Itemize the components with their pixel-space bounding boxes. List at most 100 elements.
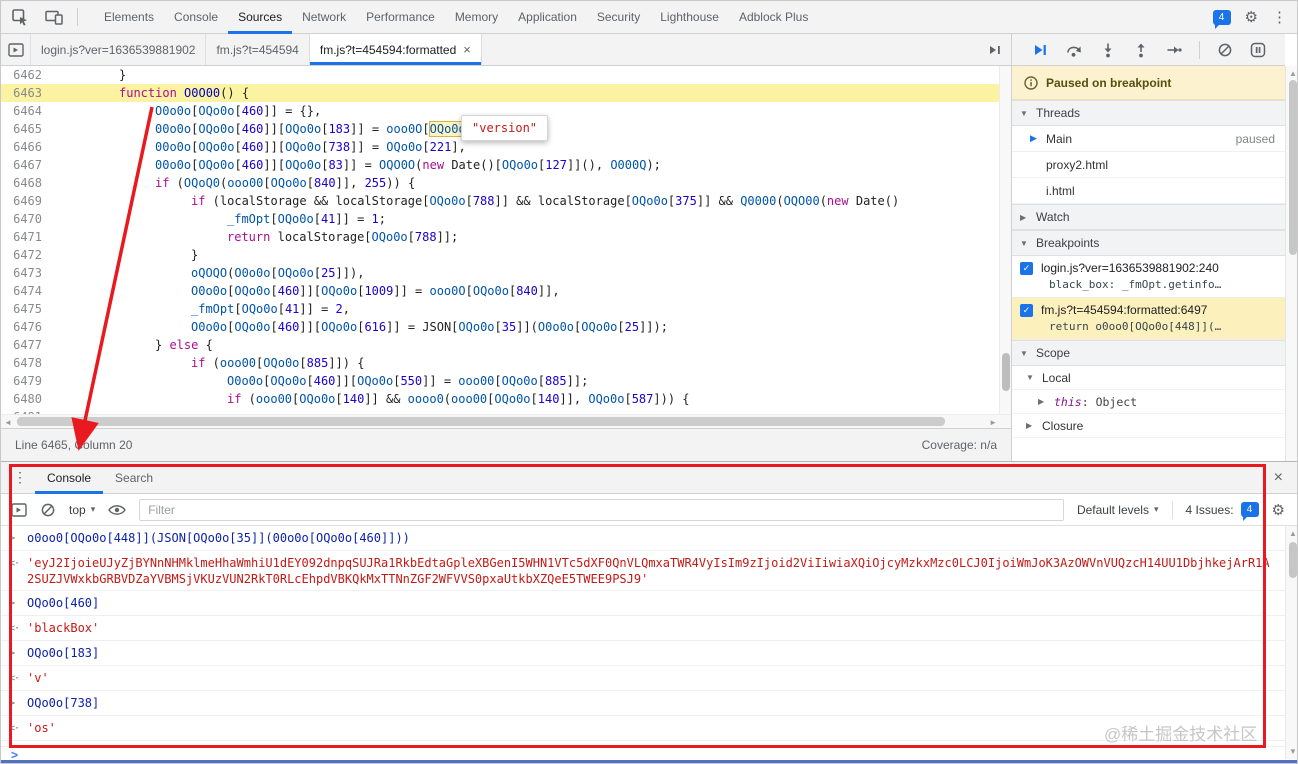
tab-memory[interactable]: Memory <box>445 1 508 34</box>
step-button[interactable] <box>1166 42 1182 58</box>
chevron-down-icon: ▼ <box>1020 108 1028 118</box>
pause-on-exceptions-button[interactable] <box>1250 42 1266 58</box>
watch-section-header[interactable]: ▶ Watch <box>1012 204 1285 230</box>
scrollbar-thumb[interactable] <box>17 417 945 426</box>
scope-local-header[interactable]: ▼ Local <box>1012 366 1285 390</box>
live-expression-eye-icon[interactable] <box>108 504 127 516</box>
deactivate-breakpoints-button[interactable] <box>1217 42 1233 58</box>
line-number[interactable]: 6475 <box>1 300 51 318</box>
line-number[interactable]: 6480 <box>1 390 51 408</box>
more-tabs-icon[interactable] <box>987 34 1003 66</box>
breakpoint-checkbox[interactable]: ✓ <box>1020 303 1033 317</box>
tab-performance[interactable]: Performance <box>356 1 445 34</box>
scrollbar-thumb[interactable] <box>1289 542 1297 578</box>
close-file-tab-icon[interactable]: × <box>463 42 471 57</box>
device-toolbar-icon[interactable] <box>43 6 65 28</box>
line-number[interactable]: 6476 <box>1 318 51 336</box>
console-settings-gear-icon[interactable]: ⚙ <box>1272 501 1285 519</box>
line-number[interactable]: 6470 <box>1 210 51 228</box>
chevron-right-icon: ▶ <box>1020 212 1027 222</box>
console-sidebar-toggle-icon[interactable] <box>11 502 27 517</box>
line-number[interactable]: 6478 <box>1 354 51 372</box>
console-result[interactable]: <· 'v' <box>1 666 1297 691</box>
drawer-menu-icon[interactable]: ⋮ <box>1 469 35 486</box>
scroll-down-icon[interactable]: ▼ <box>1289 747 1297 756</box>
context-selector[interactable]: top ▾ <box>69 503 95 517</box>
tab-adblock-plus[interactable]: Adblock Plus <box>729 1 818 34</box>
clear-console-icon[interactable] <box>40 502 56 518</box>
console-command[interactable]: > o0oo0[OQo0o[448]](JSON[OQo0o[35]](00o0o… <box>1 526 1297 551</box>
tab-elements[interactable]: Elements <box>94 1 164 34</box>
line-number[interactable]: 6473 <box>1 264 51 282</box>
line-number[interactable]: 6477 <box>1 336 51 354</box>
breakpoint-item[interactable]: ✓ fm.js?t=454594:formatted:6497 return o0o… <box>1012 298 1285 340</box>
line-number[interactable]: 6465 <box>1 120 51 138</box>
close-drawer-icon[interactable]: × <box>1274 469 1297 487</box>
resume-button[interactable] <box>1032 42 1048 58</box>
scrollbar-thumb[interactable] <box>1002 353 1010 391</box>
step-over-button[interactable] <box>1065 42 1083 58</box>
thread-item-main[interactable]: ▶ Main paused <box>1012 126 1285 152</box>
file-tab-login-js-ver-1636539881902[interactable]: login.js?ver=1636539881902 <box>31 34 207 65</box>
line-number[interactable]: 6466 <box>1 138 51 156</box>
scroll-up-icon[interactable]: ▲ <box>1289 529 1297 538</box>
tab-search[interactable]: Search <box>103 462 165 494</box>
result-arrow-icon: <· <box>9 723 20 734</box>
scope-section-header[interactable]: ▼ Scope <box>1012 340 1285 366</box>
scroll-right-icon[interactable]: ► <box>989 418 997 427</box>
console-command[interactable]: > OQo0o[183] <box>1 641 1297 666</box>
file-tab-fm-js-t-454594[interactable]: fm.js?t=454594 <box>206 34 310 65</box>
step-out-button[interactable] <box>1133 42 1149 58</box>
scroll-up-icon[interactable]: ▲ <box>1289 69 1297 78</box>
scroll-left-icon[interactable]: ◄ <box>4 418 12 427</box>
editor-vertical-scrollbar[interactable] <box>999 66 1011 414</box>
tab-console[interactable]: Console <box>164 1 228 34</box>
console-issues-counter[interactable]: 4 Issues: 4 <box>1186 502 1259 521</box>
tab-lighthouse[interactable]: Lighthouse <box>650 1 729 34</box>
line-number[interactable]: 6464 <box>1 102 51 120</box>
sidebar-scrollbar[interactable]: ▲ <box>1285 66 1297 461</box>
line-number[interactable]: 6462 <box>1 66 51 84</box>
section-title: Breakpoints <box>1036 236 1100 250</box>
thread-item-i-html[interactable]: i.html <box>1012 178 1285 204</box>
tab-security[interactable]: Security <box>587 1 650 34</box>
breakpoint-item[interactable]: ✓ login.js?ver=1636539881902:240 black_box… <box>1012 256 1285 298</box>
line-number[interactable]: 6471 <box>1 228 51 246</box>
breakpoints-section-header[interactable]: ▼ Breakpoints <box>1012 230 1285 256</box>
line-number[interactable]: 6468 <box>1 174 51 192</box>
thread-item-proxy2-html[interactable]: proxy2.html <box>1012 152 1285 178</box>
tab-console[interactable]: Console <box>35 462 103 494</box>
console-result[interactable]: <· 'os' <box>1 716 1297 741</box>
tab-sources[interactable]: Sources <box>228 1 292 34</box>
console-command[interactable]: > OQo0o[738] <box>1 691 1297 716</box>
line-number[interactable]: 6474 <box>1 282 51 300</box>
log-levels-selector[interactable]: Default levels ▾ <box>1077 503 1159 517</box>
console-result[interactable]: <· 'blackBox' <box>1 616 1297 641</box>
line-number[interactable]: 6469 <box>1 192 51 210</box>
console-scrollbar[interactable]: ▲ ▼ <box>1285 526 1297 759</box>
scope-closure-row[interactable]: ▶ Closure <box>1012 414 1285 438</box>
step-into-button[interactable] <box>1100 42 1116 58</box>
more-options-icon[interactable]: ⋮ <box>1272 8 1287 26</box>
command-chevron-icon: > <box>9 648 15 659</box>
line-number[interactable]: 6463 <box>1 84 51 102</box>
breakpoint-checkbox[interactable]: ✓ <box>1020 261 1033 275</box>
threads-section-header[interactable]: ▼ Threads <box>1012 100 1285 126</box>
navigator-toggle-icon[interactable] <box>1 34 31 65</box>
settings-gear-icon[interactable]: ⚙ <box>1245 8 1258 26</box>
line-number[interactable]: 6472 <box>1 246 51 264</box>
console-filter-input[interactable] <box>139 498 1064 521</box>
line-number[interactable]: 6479 <box>1 372 51 390</box>
scope-this-row[interactable]: ▶ this: Object <box>1012 390 1285 414</box>
line-number[interactable]: 6467 <box>1 156 51 174</box>
tab-application[interactable]: Application <box>508 1 587 34</box>
file-tab-fm-js-t-454594-formatted[interactable]: fm.js?t=454594:formatted × <box>309 34 482 65</box>
console-command[interactable]: > OQo0o[460] <box>1 591 1297 616</box>
console-result[interactable]: <· 'eyJ2IjoieUJyZjBYNnNHMklmeHhaWmhiU1dEY… <box>1 551 1297 591</box>
inspect-element-icon[interactable] <box>9 6 31 28</box>
editor-horizontal-scrollbar[interactable]: ◄ ► <box>1 414 1011 428</box>
issues-badge[interactable]: 4 <box>1212 9 1231 29</box>
scrollbar-thumb[interactable] <box>1289 80 1297 255</box>
code-editor[interactable]: 6462} 6463 function O0O00() {6464 O0o0o[OQo… <box>1 66 1011 414</box>
tab-network[interactable]: Network <box>292 1 356 34</box>
